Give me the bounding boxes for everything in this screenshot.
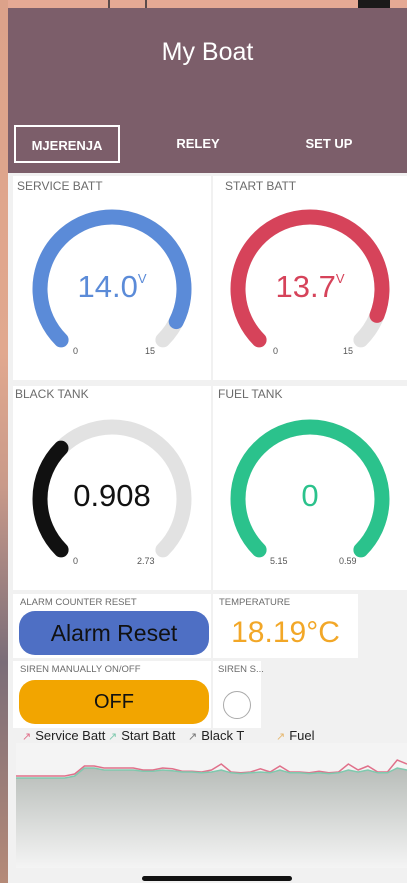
tab-set-up[interactable]: SET UP (298, 125, 360, 163)
widget-label: SIREN MANUALLY ON/OFF (20, 664, 141, 675)
legend-fuel[interactable]: ↗ Fuel (276, 728, 315, 743)
app-header: My Boat MJERENJA RELEY SET UP (8, 8, 407, 173)
gauge-value: 13.7V (275, 269, 345, 304)
tab-mjerenja[interactable]: MJERENJA (14, 125, 120, 163)
app-title: My Boat (161, 38, 254, 66)
line-chart-icon: ↗ (188, 731, 198, 743)
gauge-value: 0 (301, 478, 319, 513)
chart-area (16, 768, 407, 868)
line-chart-icon: ↗ (22, 731, 32, 743)
gauge-black-tank: BLACK TANK 0.908 0 2.73 (13, 386, 211, 590)
temperature-widget: TEMPERATURE 18.19°C (213, 594, 358, 658)
gauge-min: 0 (73, 556, 79, 566)
legend-start-batt[interactable]: ↗ Start Batt (108, 728, 175, 743)
history-chart[interactable] (16, 743, 407, 868)
background-photo-left (0, 0, 8, 883)
alarm-reset-widget: ALARM COUNTER RESET Alarm Reset (13, 594, 211, 658)
gauge-max: 2.73 (137, 556, 155, 566)
home-indicator[interactable] (142, 876, 292, 881)
widget-label: ALARM COUNTER RESET (20, 597, 137, 608)
gauge-service-batt: SERVICE BATT 14.0V 0 15 (13, 176, 211, 380)
background-detail (358, 0, 390, 8)
tab-reley[interactable]: RELEY (168, 125, 228, 163)
gauge-max: 15 (343, 346, 354, 356)
gauge-max: 15 (145, 346, 156, 356)
siren-toggle-button[interactable]: OFF (19, 680, 209, 724)
background-detail (108, 0, 110, 8)
app-panel: My Boat MJERENJA RELEY SET UP SERVICE BA… (8, 8, 407, 883)
legend-service-batt[interactable]: ↗ Service Batt (22, 728, 105, 743)
gauge-value: 14.0V (77, 269, 147, 304)
siren-manual-widget: SIREN MANUALLY ON/OFF OFF (13, 661, 211, 728)
widget-label: SIREN S... (218, 664, 264, 675)
siren-status-led (223, 691, 251, 719)
background-photo-top (0, 0, 407, 8)
gauge-max: 0.59 (339, 556, 357, 566)
gauge-min: 0 (273, 346, 279, 356)
gauge-fuel-tank: FUEL TANK 0 5.15 0.59 (213, 386, 407, 590)
line-chart-icon: ↗ (276, 731, 286, 743)
widget-label: TEMPERATURE (219, 597, 291, 608)
alarm-reset-button[interactable]: Alarm Reset (19, 611, 209, 655)
legend-black-t[interactable]: ↗ Black T (188, 728, 244, 743)
line-chart-icon: ↗ (108, 731, 118, 743)
gauge-start-batt: START BATT 13.7V 0 15 (213, 176, 407, 380)
gauge-value: 0.908 (73, 478, 151, 513)
siren-status-widget: SIREN S... (213, 661, 264, 728)
gauge-min: 0 (73, 346, 79, 356)
temperature-value: 18.19°C (231, 616, 340, 649)
gauge-min: 5.15 (270, 556, 288, 566)
background-detail (145, 0, 147, 8)
